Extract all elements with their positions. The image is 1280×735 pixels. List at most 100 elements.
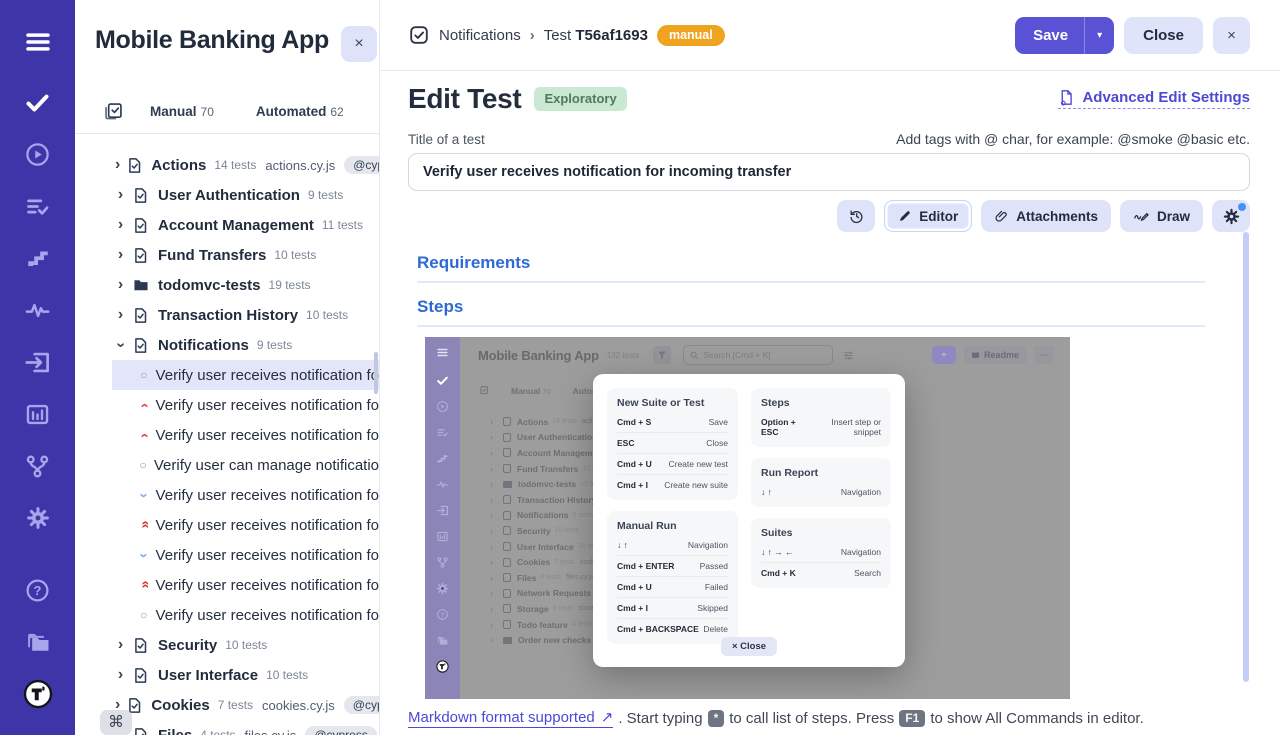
- requirements-heading[interactable]: Requirements: [417, 253, 1205, 273]
- chevron-icon[interactable]: ›: [115, 216, 126, 234]
- shortcut-row: ↓ ↑ → ←Navigation: [761, 542, 881, 563]
- mini-more-button: ⋯: [1034, 346, 1054, 364]
- mini-tests-count: 132 tests: [607, 351, 639, 360]
- tree-suite-fund-transfers[interactable]: ›Fund Transfers10 tests: [75, 240, 379, 270]
- tree-test-item[interactable]: ›Verify user receives notification fo: [112, 480, 379, 510]
- chevron-icon[interactable]: ›: [115, 246, 126, 264]
- run-icon[interactable]: [20, 136, 56, 172]
- test-plans-icon[interactable]: [20, 188, 56, 224]
- shortcut-row: ↓ ↑Navigation: [617, 535, 728, 556]
- test-status-icon: »: [136, 519, 152, 531]
- chevron-icon[interactable]: ›: [115, 276, 126, 294]
- logo-icon[interactable]: [20, 676, 56, 712]
- test-label: Verify user receives notification fo: [156, 487, 379, 504]
- close-button[interactable]: Close: [1124, 17, 1203, 54]
- shortcut-row: ↓ ↑Navigation: [761, 482, 881, 502]
- tab-editor[interactable]: Editor: [884, 200, 972, 232]
- mini-help-icon: ?: [436, 607, 450, 621]
- projects-icon[interactable]: [20, 624, 56, 660]
- test-title-input[interactable]: [408, 153, 1250, 191]
- panel-scrollbar-thumb[interactable]: [374, 352, 378, 394]
- mini-doc-icon: [503, 573, 511, 582]
- save-dropdown-caret-icon[interactable]: ▾: [1084, 17, 1114, 54]
- tree-test-item[interactable]: ›Verify user receives notification fo: [112, 390, 379, 420]
- editor-settings-button[interactable]: [1212, 200, 1250, 232]
- history-button[interactable]: [837, 200, 875, 232]
- tree-suite-account-management[interactable]: ›Account Management11 tests: [75, 210, 379, 240]
- tree-suite-user-interface[interactable]: ›User Interface10 tests: [75, 660, 379, 690]
- mini-hamburger-menu-icon: [436, 345, 450, 359]
- suite-label: User Interface: [158, 667, 258, 684]
- analytics-icon[interactable]: [20, 396, 56, 432]
- suite-label: Security: [158, 637, 217, 654]
- test-label: Verify user receives notification fo: [156, 577, 379, 594]
- tree-test-item[interactable]: ○Verify user receives notification fo: [112, 600, 379, 630]
- tree-test-item[interactable]: »Verify user receives notification fo: [112, 570, 379, 600]
- branches-icon[interactable]: [20, 448, 56, 484]
- tests-check-icon[interactable]: [20, 84, 56, 120]
- hamburger-menu-icon[interactable]: [20, 24, 56, 60]
- test-label: Verify user receives notification fo: [156, 397, 379, 414]
- tree-test-item[interactable]: ○Verify user can manage notificatio: [112, 450, 379, 480]
- tab-draw[interactable]: Draw: [1120, 200, 1203, 232]
- test-status-icon: ›: [135, 429, 152, 441]
- doc-icon: [133, 727, 149, 735]
- dismiss-button[interactable]: ×: [1213, 17, 1250, 54]
- f1-key-badge: F1: [899, 710, 925, 727]
- tab-manual[interactable]: Manual70: [150, 103, 214, 121]
- chevron-icon[interactable]: ›: [115, 186, 126, 204]
- tree-test-item[interactable]: ○Verify user receives notification fo: [112, 360, 379, 390]
- document-settings-icon: [1058, 89, 1075, 106]
- pulse-icon[interactable]: [20, 292, 56, 328]
- section-divider: [417, 325, 1205, 327]
- suite-label: Notifications: [158, 337, 249, 354]
- embedded-screenshot: ? Mobile Banking App 132 tests Search [C…: [425, 337, 1070, 699]
- tree-suite-user-authentication[interactable]: ›User Authentication9 tests: [75, 180, 379, 210]
- chevron-icon[interactable]: ›: [112, 340, 130, 351]
- tree-suite-todomvc-tests[interactable]: ›todomvc-tests19 tests: [75, 270, 379, 300]
- mini-search-input: Search [Cmd + K]: [683, 345, 833, 365]
- test-type-tabs: Manual70Automated62Ou: [75, 90, 379, 134]
- chevron-icon[interactable]: ›: [115, 306, 126, 324]
- tree-suite-security[interactable]: ›Security10 tests: [75, 630, 379, 660]
- tree-suite-actions[interactable]: ›Actions14 testsactions.cy.js@cypre: [75, 150, 379, 180]
- suite-label: Account Management: [158, 217, 314, 234]
- markdown-link[interactable]: Markdown format supported ↗: [408, 708, 613, 728]
- help-icon[interactable]: ?: [20, 572, 56, 608]
- tab-attachments[interactable]: Attachments: [981, 200, 1111, 232]
- breadcrumb-section[interactable]: Notifications: [439, 27, 521, 44]
- tree-suite-transaction-history[interactable]: ›Transaction History10 tests: [75, 300, 379, 330]
- tree-suite-notifications[interactable]: ›Notifications9 tests: [75, 330, 379, 360]
- tree-test-item[interactable]: ›Verify user receives notification fo: [112, 420, 379, 450]
- pencil-icon: [898, 209, 912, 223]
- advanced-edit-settings-link[interactable]: Advanced Edit Settings: [1058, 89, 1250, 109]
- shortcut-row: Cmd + UCreate new test: [617, 454, 728, 475]
- chevron-icon[interactable]: ›: [115, 666, 126, 684]
- mini-add-button: +: [932, 346, 956, 364]
- tab-automated[interactable]: Automated62: [256, 103, 344, 121]
- import-icon[interactable]: [20, 344, 56, 380]
- tree-test-item[interactable]: » Verify user receives notification fo: [112, 510, 379, 540]
- shortcuts-modal: New Suite or TestCmd + SSaveESCCloseCmd …: [593, 374, 905, 667]
- shortcut-row: Option + ESCInsert step or snippet: [761, 412, 881, 442]
- chevron-icon[interactable]: ›: [115, 156, 120, 174]
- mini-header-actions: + Readme ⋯: [932, 346, 1054, 364]
- suite-label: Transaction History: [158, 307, 298, 324]
- settings-gear-icon[interactable]: [20, 500, 56, 536]
- main-scrollbar-thumb[interactable]: [1243, 232, 1249, 682]
- shortcut-row: Cmd + BACKSPACEDelete: [617, 619, 728, 639]
- steps-icon[interactable]: [20, 240, 56, 276]
- panel-close-button[interactable]: ×: [341, 26, 377, 62]
- test-status-icon: ○: [138, 608, 150, 622]
- svg-text:?: ?: [441, 611, 445, 618]
- mini-doc-icon: [503, 417, 511, 426]
- chevron-icon[interactable]: ›: [115, 636, 126, 654]
- breadcrumb-test: Test T56af1693: [544, 27, 648, 44]
- tree-test-item[interactable]: ›Verify user receives notification fo: [112, 540, 379, 570]
- test-label: Verify user receives notification fo: [156, 517, 379, 534]
- steps-heading[interactable]: Steps: [417, 297, 1205, 317]
- manual-badge: manual: [657, 25, 725, 46]
- external-link-icon: ↗: [601, 708, 614, 726]
- test-plan-icon: [103, 101, 124, 122]
- save-button[interactable]: Save ▾: [1015, 17, 1114, 54]
